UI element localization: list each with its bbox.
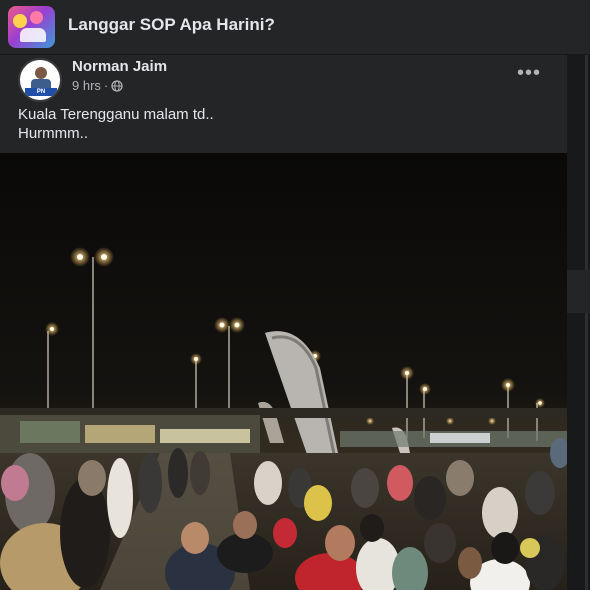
group-title[interactable]: Langgar SOP Apa Harini? <box>68 15 275 35</box>
meta-separator: · <box>103 78 109 93</box>
post-text: Kuala Terengganu malam td.. Hurmmm.. <box>18 105 214 143</box>
group-header: Langgar SOP Apa Harini? <box>0 0 590 54</box>
scrollbar[interactable] <box>585 55 588 270</box>
post-card: PN Norman Jaim 9 hrs · ••• Kuala Terengg… <box>0 55 567 590</box>
scrollbar[interactable] <box>585 313 588 590</box>
globe-icon[interactable] <box>111 79 123 92</box>
post-text-line: Kuala Terengganu malam td.. <box>18 106 214 123</box>
author-name[interactable]: Norman Jaim <box>72 58 167 75</box>
author-avatar[interactable]: PN <box>18 58 62 102</box>
post-meta: 9 hrs · <box>72 78 123 93</box>
author-badge: PN <box>25 88 57 96</box>
group-avatar-icon[interactable] <box>8 6 55 48</box>
post-time[interactable]: 9 hrs <box>72 78 101 93</box>
post-photo[interactable] <box>0 153 567 590</box>
post-text-line: Hurmmm.. <box>18 125 88 142</box>
right-panel-card <box>567 270 590 313</box>
more-options-icon[interactable]: ••• <box>514 60 544 90</box>
